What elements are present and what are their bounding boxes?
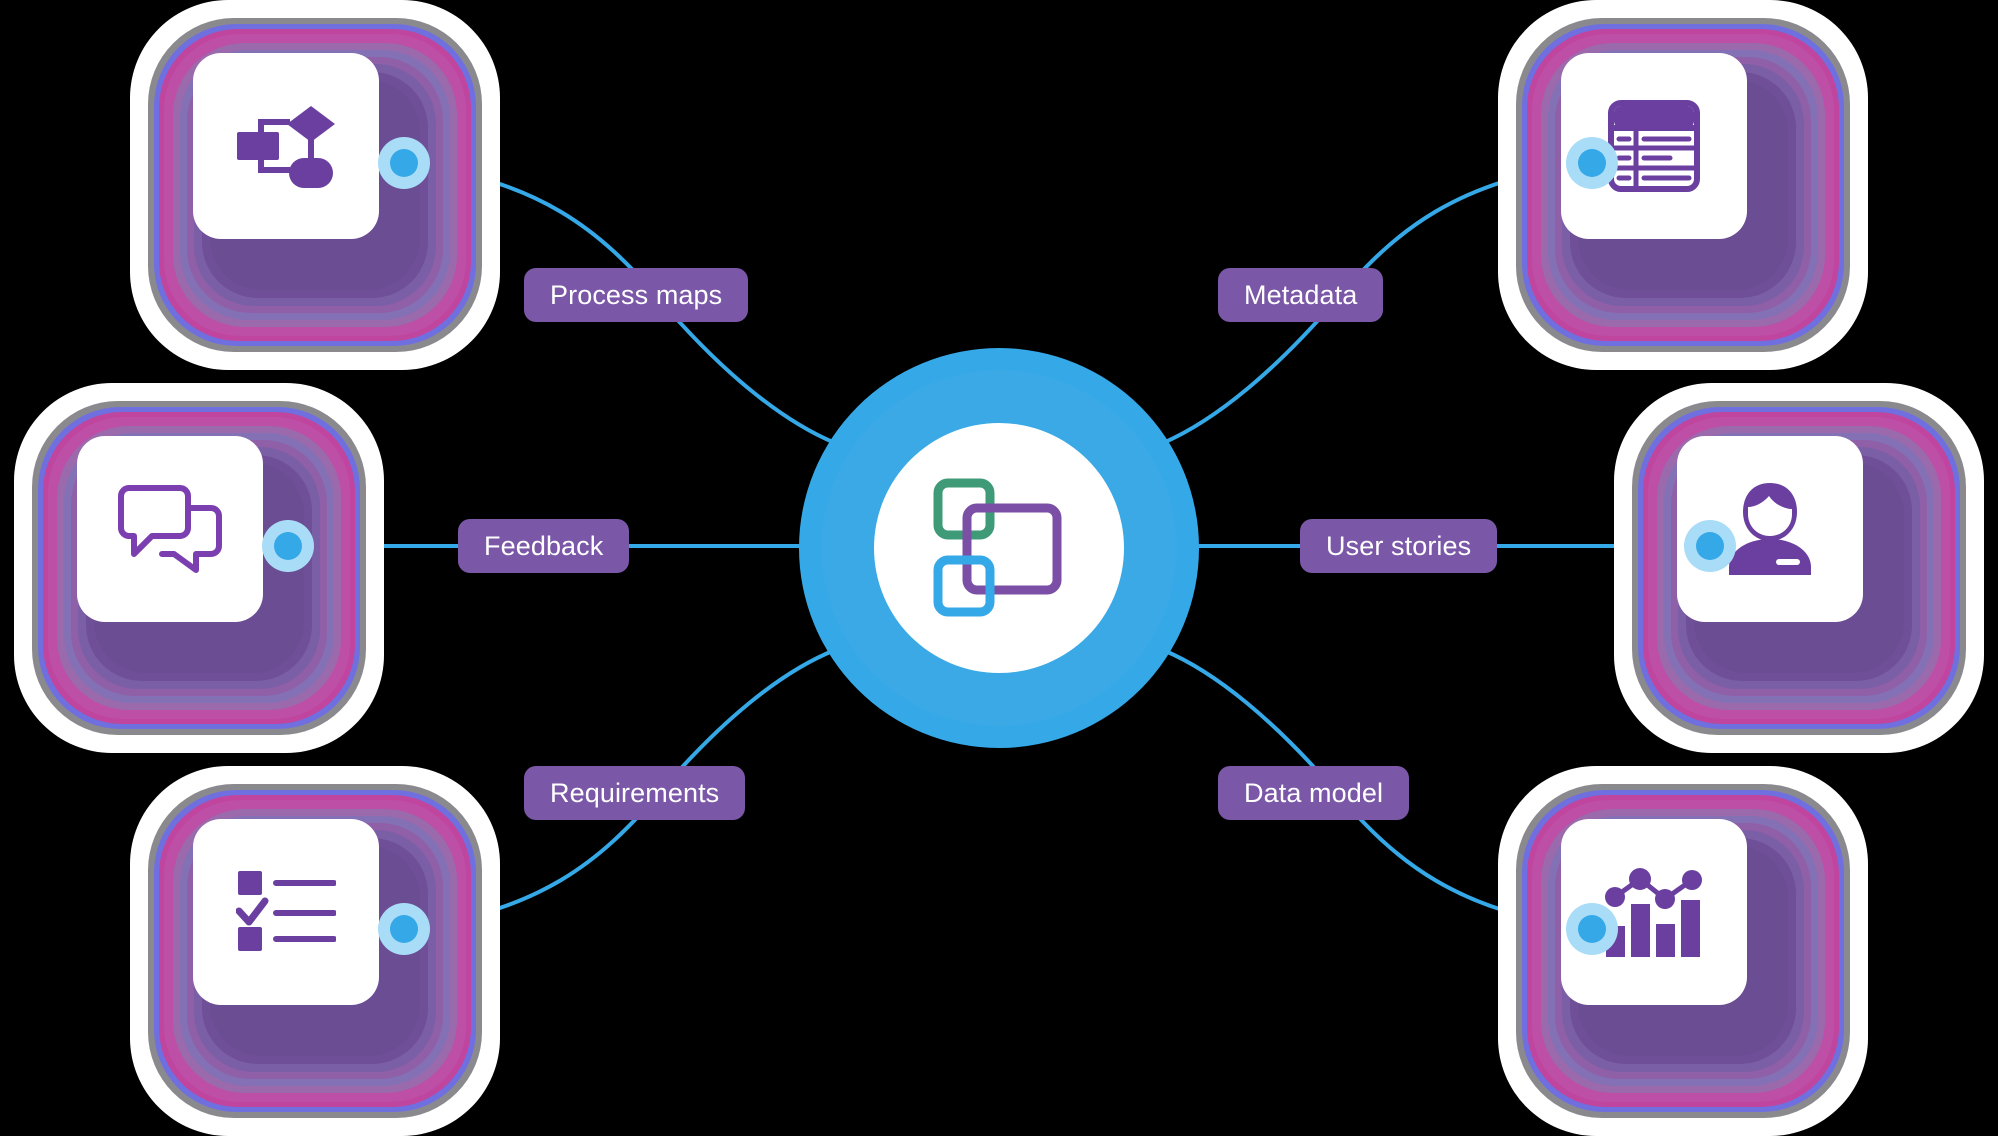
node-user-stories[interactable] — [1614, 383, 1984, 753]
flowchart-icon — [237, 106, 335, 188]
checklist-icon — [236, 871, 336, 951]
label-process-maps[interactable]: Process maps — [524, 268, 749, 322]
node-requirements[interactable] — [130, 766, 500, 1136]
speech-bubbles-icon — [118, 485, 222, 573]
icon-card — [77, 436, 263, 622]
label-requirements[interactable]: Requirements — [524, 766, 746, 820]
node-feedback[interactable] — [14, 383, 384, 753]
center-hub[interactable] — [799, 348, 1199, 748]
node-metadata[interactable] — [1498, 0, 1868, 370]
label-text: Feedback — [484, 530, 604, 561]
overlapping-squares-icon — [933, 478, 1062, 617]
diagram-canvas: Process maps Metadata Feedback User stor… — [0, 0, 1998, 1136]
connector-dot-process-maps[interactable] — [378, 137, 430, 189]
label-feedback[interactable]: Feedback — [458, 519, 630, 573]
connector-dot-user-stories[interactable] — [1684, 520, 1736, 572]
icon-card — [193, 819, 379, 1005]
label-text: Requirements — [550, 777, 720, 808]
table-grid-icon — [1608, 100, 1700, 192]
connector-dot-metadata[interactable] — [1566, 137, 1618, 189]
label-text: Process maps — [550, 279, 723, 310]
user-avatar-icon — [1729, 483, 1811, 575]
label-metadata[interactable]: Metadata — [1218, 268, 1384, 322]
label-text: Data model — [1244, 777, 1384, 808]
label-text: User stories — [1326, 530, 1472, 561]
node-process-maps[interactable] — [130, 0, 500, 370]
label-text: Metadata — [1244, 279, 1358, 310]
hub-inner-circle — [874, 423, 1124, 673]
icon-card — [193, 53, 379, 239]
connector-dot-data-model[interactable] — [1566, 903, 1618, 955]
bar-chart-icon — [1605, 868, 1702, 957]
node-data-model[interactable] — [1498, 766, 1868, 1136]
label-user-stories[interactable]: User stories — [1300, 519, 1498, 573]
connector-dot-feedback[interactable] — [262, 520, 314, 572]
label-data-model[interactable]: Data model — [1218, 766, 1410, 820]
connector-dot-requirements[interactable] — [378, 903, 430, 955]
